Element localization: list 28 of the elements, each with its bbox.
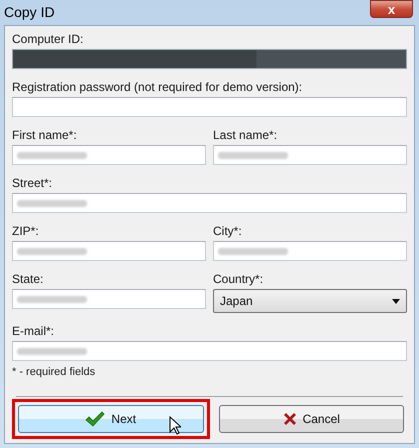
blurred-input-field[interactable] xyxy=(12,241,206,261)
required-note: * - required fields xyxy=(12,366,96,378)
blurred-input-field[interactable] xyxy=(12,145,206,165)
close-button[interactable]: x xyxy=(370,0,413,18)
cross-icon xyxy=(282,412,297,426)
field-label: Last name*: xyxy=(213,128,278,142)
checkmark-icon xyxy=(85,411,106,427)
blurred-input-field[interactable] xyxy=(12,193,407,213)
blurred-input-field[interactable] xyxy=(213,241,407,261)
field-label: E-mail*: xyxy=(12,324,56,338)
blurred-input-field[interactable] xyxy=(213,145,407,165)
input-field[interactable] xyxy=(12,97,407,117)
field-label: First name*: xyxy=(12,128,78,142)
field-label: City*: xyxy=(213,224,243,238)
field-label: Street*: xyxy=(12,176,54,190)
mouse-cursor-icon xyxy=(169,416,181,435)
country-dropdown[interactable]: Japan xyxy=(213,289,407,313)
field-label: ZIP*: xyxy=(12,224,40,238)
blurred-input-field[interactable] xyxy=(12,341,407,361)
cancel-button[interactable]: Cancel xyxy=(218,405,404,433)
field-label: Country*: xyxy=(213,272,264,286)
window-title: Copy ID xyxy=(4,4,55,20)
blurred-input-field[interactable] xyxy=(12,289,206,309)
dropdown-arrow-icon xyxy=(392,298,400,304)
field-label: Computer ID: xyxy=(12,32,84,46)
next-button[interactable]: Next xyxy=(18,405,204,433)
field-label: Registration password (not required for demo version): xyxy=(12,80,304,94)
field-label: State: xyxy=(12,272,44,286)
